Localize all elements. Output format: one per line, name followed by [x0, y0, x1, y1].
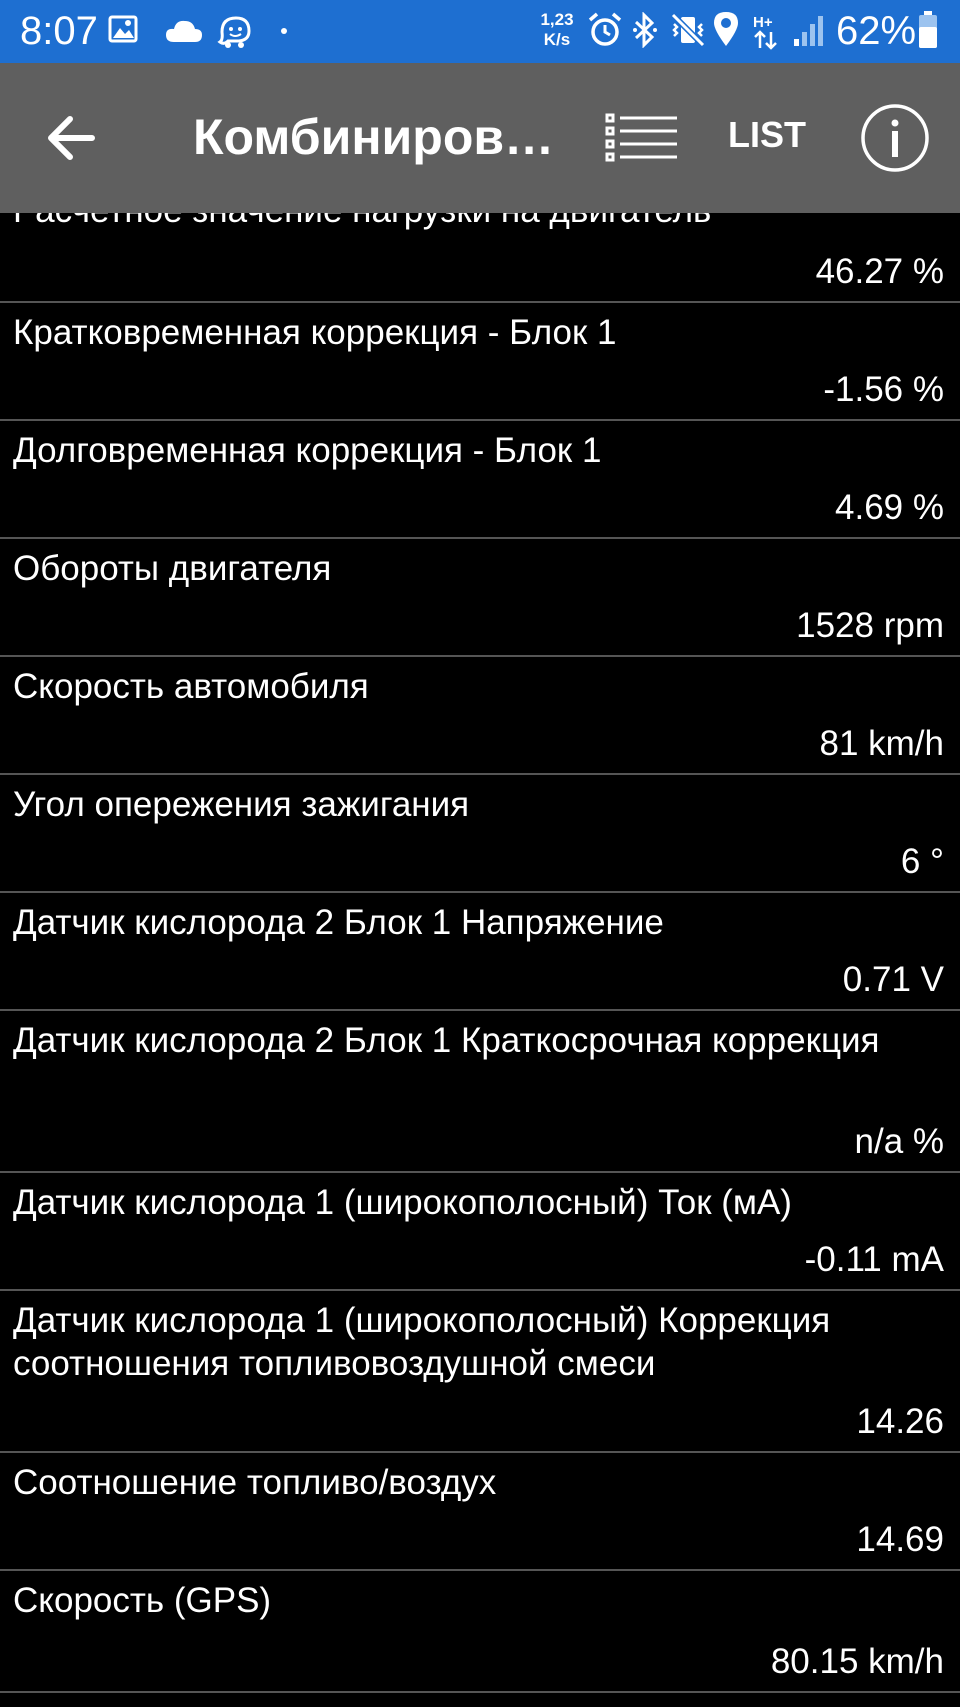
bluetooth-icon	[633, 12, 657, 48]
sensor-name: Обороты двигателя	[13, 549, 332, 588]
list-button[interactable]: LIST	[728, 113, 806, 157]
sensor-row[interactable]: Долговременная коррекция - Блок 1 4.69 %	[0, 421, 960, 539]
sensor-list[interactable]: Расчетное значение нагрузки на двигатель…	[0, 213, 960, 1707]
sensor-name: Датчик кислорода 1 (широкополосный) Корр…	[13, 1301, 831, 1383]
sensor-name: Датчик кислорода 1 (широкополосный) Ток …	[13, 1183, 792, 1222]
sensor-name: Соотношение топливо/воздух	[13, 1463, 497, 1502]
sensor-name: Датчик кислорода 2 Блок 1 Напряжение	[13, 903, 664, 942]
alarm-icon	[588, 12, 622, 46]
status-bar: 8:07 1,23 K/s H+ 62%	[0, 0, 960, 63]
sensor-row[interactable]: Кратковременная коррекция - Блок 1 -1.56…	[0, 303, 960, 421]
sensor-row[interactable]: Датчик кислорода 1 (широкополосный) Корр…	[0, 1291, 960, 1453]
sensor-name: Датчик кислорода 2 Блок 1 Краткосрочная …	[13, 1021, 880, 1060]
signal-icon	[794, 16, 823, 46]
sensor-row[interactable]: Скорость автомобиля 81 km/h	[0, 657, 960, 775]
sensor-row[interactable]: Датчик кислорода 2 Блок 1 Напряжение 0.7…	[0, 893, 960, 1011]
image-icon	[108, 15, 138, 43]
network-speed: 1,23 K/s	[540, 10, 574, 49]
sensor-name: Скорость автомобиля	[13, 667, 369, 706]
hplus-icon: H+	[753, 14, 777, 50]
back-arrow-icon[interactable]	[40, 103, 110, 173]
sensor-value: -0.11 mA	[804, 1240, 944, 1279]
sensor-value: 6 °	[900, 842, 944, 881]
status-time: 8:07	[20, 9, 98, 53]
sensor-row[interactable]: Скорость (GPS) 80.15 km/h	[0, 1571, 960, 1693]
sensor-row[interactable]: Расчетное значение нагрузки на двигатель…	[0, 213, 960, 303]
svg-text:H+: H+	[753, 14, 773, 31]
app-bar: Комбиниров… LIST	[0, 63, 960, 213]
sensor-value: 80.15 km/h	[770, 1642, 944, 1681]
sensor-row[interactable]: Датчик кислорода 1 (широкополосный) Ток …	[0, 1173, 960, 1291]
sensor-value: -1.56 %	[823, 370, 944, 409]
waze-icon	[217, 16, 251, 48]
battery-percent: 62%	[836, 9, 917, 53]
sensor-value: 4.69 %	[835, 488, 944, 527]
sensor-row[interactable]: Обороты двигателя 1528 rpm	[0, 539, 960, 657]
sensor-name: Кратковременная коррекция - Блок 1	[13, 313, 617, 352]
sensor-value: 81 km/h	[819, 724, 945, 763]
sensor-value: 14.26	[856, 1402, 944, 1441]
sensor-value: 0.71 V	[842, 960, 944, 999]
location-icon	[714, 12, 738, 46]
sensor-name: Долговременная коррекция - Блок 1	[13, 431, 602, 470]
sensor-row[interactable]: Датчик кислорода 2 Блок 1 Краткосрочная …	[0, 1011, 960, 1173]
sensor-name: Скорость (GPS)	[13, 1581, 272, 1620]
cloud-icon	[166, 20, 202, 42]
sensor-value: n/a %	[854, 1122, 945, 1161]
sensor-value: 1528 rpm	[796, 606, 944, 645]
sensor-row[interactable]: Угол опережения зажигания 6 °	[0, 775, 960, 893]
mute-vibrate-icon	[670, 12, 706, 48]
info-icon[interactable]	[860, 103, 930, 173]
sensor-name: Расчетное значение нагрузки на двигатель	[13, 213, 943, 232]
list-view-icon[interactable]	[602, 103, 682, 173]
dot-icon	[281, 28, 287, 34]
sensor-value: 46.27 %	[815, 252, 944, 291]
battery-icon	[919, 11, 937, 48]
sensor-row[interactable]: Соотношение топливо/воздух 14.69	[0, 1453, 960, 1571]
sensor-value: 14.69	[856, 1520, 944, 1559]
page-title: Комбиниров…	[193, 109, 553, 165]
sensor-name: Угол опережения зажигания	[13, 785, 470, 824]
